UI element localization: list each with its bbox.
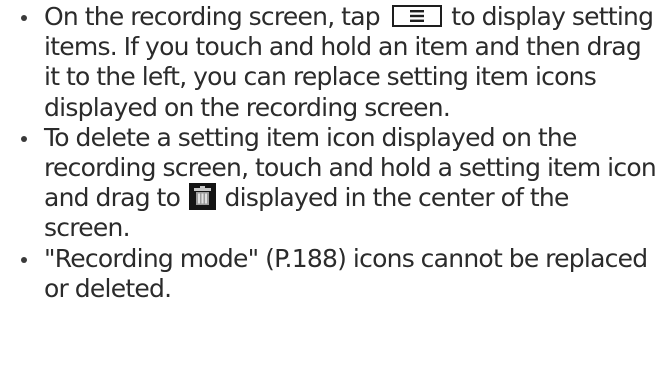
trash-icon [188,183,216,211]
help-note-page: On the recording screen, tap to display … [0,0,666,373]
bullet-dot [21,256,27,263]
bullet-dot [21,15,27,21]
bullet-item-replace-icons: On the recording screen, tap to display … [10,2,658,123]
bullet-3-text: "Recording mode" (P.188) icons cannot be… [44,243,648,303]
trash-bin-glyph [193,186,211,206]
bullet-dot [21,135,27,142]
bullet-item-recording-mode: "Recording mode" (P.188) icons cannot be… [10,244,658,304]
menu-lines-glyph [409,10,424,22]
menu-icon [391,5,442,27]
note-bullet-list: On the recording screen, tap to display … [10,2,658,304]
bullet-item-delete-icon: To delete a setting item icon displayed … [10,123,658,244]
bullet-1-text-before-icon: On the recording screen, tap [44,2,387,31]
